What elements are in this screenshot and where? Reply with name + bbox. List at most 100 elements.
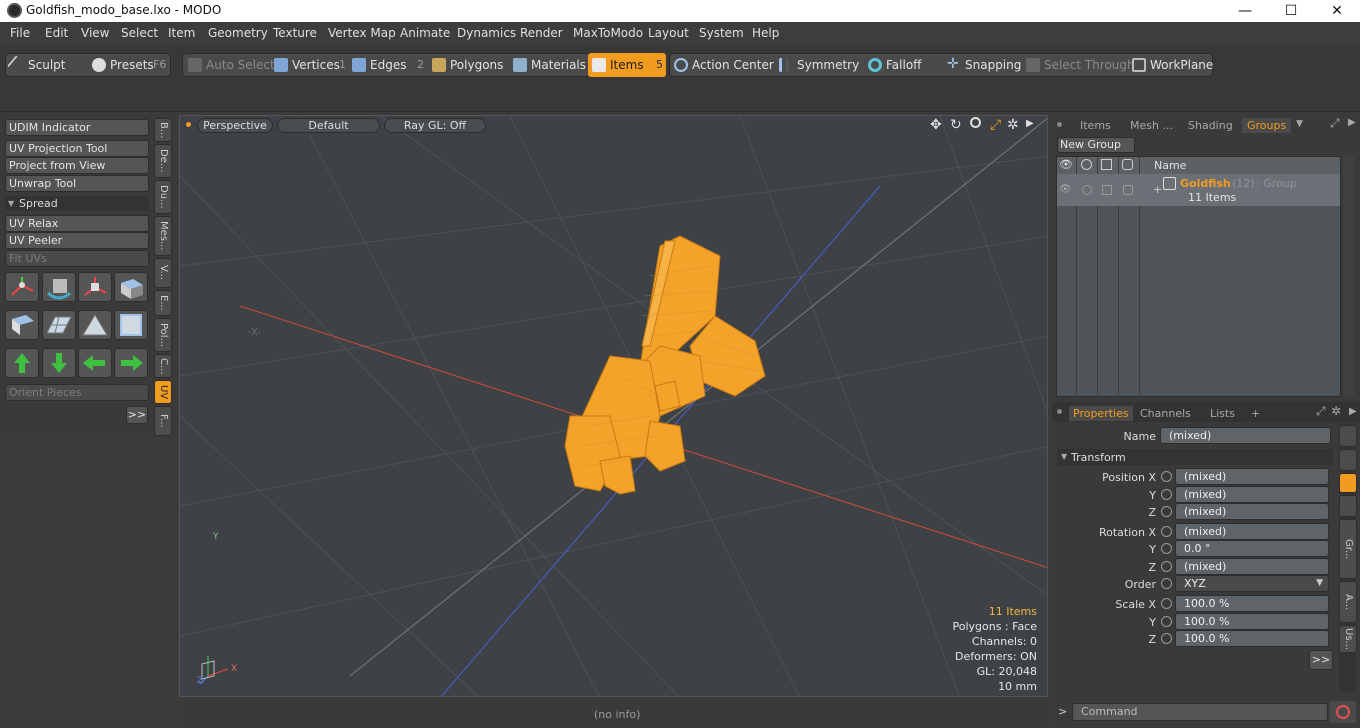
uv-projection-tool-button[interactable]: UV Projection Tool: [5, 140, 149, 157]
items-button[interactable]: Items: [590, 54, 644, 76]
tab-channels[interactable]: Channels: [1140, 406, 1191, 421]
select-through-button[interactable]: Select Through: [1024, 54, 1135, 76]
auto-select-button[interactable]: Auto Select: [186, 54, 275, 76]
tab-groups[interactable]: Groups: [1242, 118, 1292, 133]
snapping-button[interactable]: ✛ Snapping: [945, 54, 1021, 76]
item-list-menu-dot-icon[interactable]: [1057, 122, 1062, 127]
left-panel-expand-button[interactable]: >>: [126, 406, 148, 424]
gear-icon[interactable]: ✲: [1007, 118, 1019, 132]
maximize-button[interactable]: ☐: [1268, 0, 1314, 22]
uv-rotate-tool-button[interactable]: [42, 272, 76, 302]
orient-pieces-button[interactable]: Orient Pieces: [5, 384, 149, 401]
rotation-y-field[interactable]: 0.0 °: [1175, 540, 1329, 557]
scale-y-field[interactable]: 100.0 %: [1175, 613, 1329, 630]
side-tab-b[interactable]: B...: [154, 118, 172, 142]
panel-expand-icon[interactable]: ⤢: [1330, 116, 1340, 131]
side-tab-1[interactable]: [1339, 425, 1357, 447]
side-tab-mes[interactable]: Mes...: [154, 216, 172, 256]
viewport-more-icon[interactable]: ▶: [1026, 118, 1034, 129]
side-tab-uv[interactable]: UV: [154, 380, 172, 404]
group-list-scrollbar[interactable]: [1343, 156, 1355, 397]
rotate-view-icon[interactable]: ↻: [950, 118, 962, 132]
record-button[interactable]: [1330, 701, 1356, 723]
menu-layout[interactable]: Layout: [648, 26, 689, 40]
zoom-icon[interactable]: [970, 117, 981, 128]
row-lock-icon[interactable]: [1102, 185, 1112, 195]
tab-shading[interactable]: Shading: [1188, 118, 1233, 133]
side-tab-3[interactable]: [1339, 495, 1357, 517]
uv-sew-button[interactable]: [5, 310, 39, 340]
uv-scale-tool-button[interactable]: [78, 272, 112, 302]
menu-help[interactable]: Help: [752, 26, 779, 40]
position-x-field[interactable]: (mixed): [1175, 468, 1329, 485]
render-column-icon[interactable]: [1081, 159, 1092, 170]
transform-collapse-icon[interactable]: ▼: [1061, 452, 1067, 461]
side-tab-2[interactable]: [1339, 449, 1357, 471]
position-y-field[interactable]: (mixed): [1175, 486, 1329, 503]
action-center-button[interactable]: Action Center: [672, 54, 774, 76]
side-tab-v[interactable]: V...: [154, 258, 172, 288]
rotation-z-field[interactable]: (mixed): [1175, 558, 1329, 575]
uv-relax-button[interactable]: UV Relax: [5, 215, 149, 232]
menu-animate[interactable]: Animate: [400, 26, 450, 40]
falloff-button[interactable]: Falloff: [866, 54, 921, 76]
menu-select[interactable]: Select: [121, 26, 158, 40]
vertices-button[interactable]: Vertices: [272, 54, 340, 76]
rotation-z-anim-icon[interactable]: [1161, 561, 1172, 572]
command-input[interactable]: Command: [1072, 703, 1328, 721]
menu-vertex-map[interactable]: Vertex Map: [328, 26, 396, 40]
tab-lists[interactable]: Lists: [1210, 406, 1235, 421]
side-tab-gr[interactable]: Gr...: [1339, 519, 1357, 579]
menu-system[interactable]: System: [699, 26, 744, 40]
scale-z-field[interactable]: 100.0 %: [1175, 630, 1329, 647]
scale-z-anim-icon[interactable]: [1161, 633, 1172, 644]
name-field[interactable]: (mixed): [1160, 427, 1331, 444]
tab-items[interactable]: Items: [1080, 118, 1111, 133]
expand-plus-icon[interactable]: +: [1153, 183, 1162, 196]
uv-pyramid-button[interactable]: [78, 310, 112, 340]
properties-expand-icon[interactable]: ⤢: [1316, 404, 1326, 419]
lock-column-icon[interactable]: [1101, 159, 1112, 170]
tab-properties[interactable]: Properties: [1069, 406, 1133, 421]
side-tab-e[interactable]: E...: [154, 290, 172, 316]
uv-square-button[interactable]: [114, 310, 148, 340]
properties-expand-button[interactable]: >>: [1309, 650, 1333, 670]
menu-edit[interactable]: Edit: [45, 26, 68, 40]
menu-view[interactable]: View: [81, 26, 109, 40]
row-select-icon[interactable]: [1123, 185, 1133, 195]
polygons-button[interactable]: Polygons: [430, 54, 503, 76]
order-dropdown[interactable]: XYZ ▼: [1175, 575, 1329, 592]
side-tab-du[interactable]: Du...: [154, 180, 172, 214]
position-z-field[interactable]: (mixed): [1175, 503, 1329, 520]
panel-more-icon[interactable]: ▶: [1348, 117, 1356, 128]
rotation-x-field[interactable]: (mixed): [1175, 523, 1329, 540]
side-tab-c[interactable]: C...: [154, 354, 172, 378]
uv-grid-button[interactable]: [42, 310, 76, 340]
row-render-icon[interactable]: [1082, 185, 1092, 195]
maximize-viewport-icon[interactable]: ⤢: [990, 118, 1001, 132]
shading-style-dropdown[interactable]: Default: [277, 118, 380, 133]
side-tab-active[interactable]: [1339, 473, 1357, 493]
uv-flip-tool-button[interactable]: [114, 272, 148, 302]
add-tab-button[interactable]: +: [1251, 406, 1260, 421]
presets-button[interactable]: Presets: [90, 54, 154, 76]
viewport-menu-dot-icon[interactable]: [186, 122, 191, 127]
project-from-view-button[interactable]: Project from View: [5, 157, 149, 174]
edges-button[interactable]: Edges: [350, 54, 406, 76]
side-tab-f[interactable]: F...: [154, 406, 172, 436]
perspective-dropdown[interactable]: Perspective: [197, 118, 273, 133]
tab-mesh[interactable]: Mesh ...: [1130, 118, 1173, 133]
row-visibility-icon[interactable]: 👁: [1059, 184, 1072, 195]
align-right-button[interactable]: [114, 348, 148, 378]
order-anim-icon[interactable]: [1161, 578, 1172, 589]
unwrap-tool-button[interactable]: Unwrap Tool: [5, 175, 149, 192]
menu-maxtomodo[interactable]: MaxToModo: [573, 26, 643, 40]
properties-more-icon[interactable]: ▶: [1349, 406, 1357, 417]
menu-geometry[interactable]: Geometry: [208, 26, 268, 40]
align-up-button[interactable]: [5, 348, 39, 378]
pan-icon[interactable]: ✥: [930, 118, 942, 132]
position-z-anim-icon[interactable]: [1161, 506, 1172, 517]
udim-indicator-button[interactable]: UDIM Indicator: [5, 119, 149, 136]
uv-peeler-button[interactable]: UV Peeler: [5, 232, 149, 249]
menu-dynamics[interactable]: Dynamics: [457, 26, 516, 40]
